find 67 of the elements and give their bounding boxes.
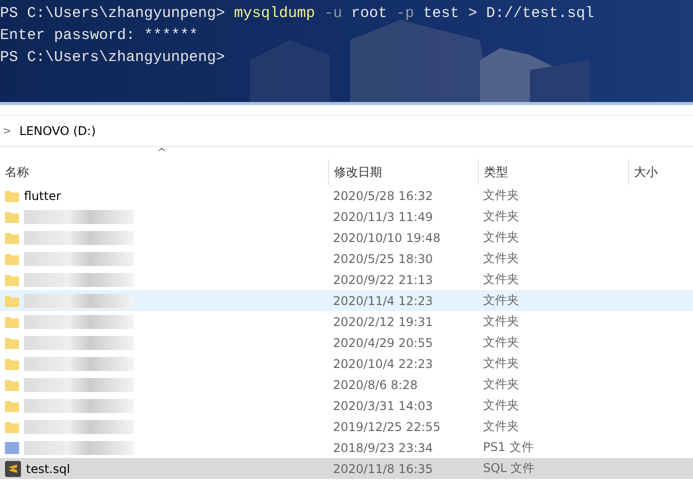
file-row[interactable]: 2020/5/25 18:30 文件夹 <box>0 248 693 269</box>
file-row[interactable]: 2020/3/31 14:03 文件夹 <box>0 395 693 416</box>
date-cell-text: 2020/4/29 20:55 <box>333 336 434 350</box>
file-row[interactable]: flutter 2020/5/28 16:32 文件夹 <box>0 185 693 206</box>
script-file-icon <box>5 440 19 454</box>
type-cell-text: 文件夹 <box>483 418 520 435</box>
folder-icon <box>5 378 19 392</box>
type-cell-text: PS1 文件 <box>483 439 534 456</box>
date-cell-text: 2020/8/6 8:28 <box>333 378 419 392</box>
terminal-line: PS C:\Users\zhangyunpeng> <box>0 48 226 68</box>
type-cell-text: 文件夹 <box>483 334 520 351</box>
date-cell-text: 2020/3/31 14:03 <box>333 398 434 412</box>
folder-icon <box>5 398 19 412</box>
date-cell-text: 2020/10/4 22:23 <box>333 356 434 370</box>
file-row[interactable]: 2020/2/12 19:31 文件夹 <box>0 311 693 332</box>
type-cell-text: SQL 文件 <box>483 460 536 477</box>
type-cell-text: 文件夹 <box>483 208 520 225</box>
date-cell-text: 2020/10/10 19:48 <box>333 230 442 244</box>
date-cell-text: 2020/11/3 11:49 <box>333 210 434 224</box>
file-row[interactable]: 2020/9/22 21:13 文件夹 <box>0 269 693 290</box>
date-cell-text: 2020/5/28 16:32 <box>333 188 434 202</box>
folder-icon <box>5 420 19 434</box>
file-row[interactable]: 2020/4/29 20:55 文件夹 <box>0 332 693 353</box>
file-name: test.sql <box>26 462 70 476</box>
date-cell-text: 2020/11/8 16:35 <box>333 462 434 476</box>
folder-icon <box>5 356 19 370</box>
type-cell-text: 文件夹 <box>483 376 520 393</box>
folder-icon <box>5 230 19 244</box>
type-cell-text: 文件夹 <box>483 397 520 414</box>
file-row[interactable]: 2019/12/25 22:55 文件夹 <box>0 416 693 437</box>
folder-icon <box>5 252 19 266</box>
file-row[interactable]: 2018/9/23 23:34 PS1 文件 <box>0 437 693 458</box>
chevron-icon[interactable]: > <box>3 126 12 136</box>
column-header[interactable]: 修改日期 <box>328 159 478 185</box>
date-cell-text: 2019/12/25 22:55 <box>333 420 442 434</box>
sort-caret-icon: ^ <box>157 147 166 159</box>
date-cell-text: 2018/9/23 23:34 <box>333 440 434 454</box>
file-row[interactable]: test.sql 2020/11/8 16:35 SQL 文件 <box>0 458 693 479</box>
type-cell-text: 文件夹 <box>483 313 520 330</box>
date-cell-text: 2020/5/25 18:30 <box>333 252 434 266</box>
type-cell-text: 文件夹 <box>483 271 520 288</box>
folder-icon <box>5 272 19 286</box>
breadcrumb-item[interactable]: LENOVO (D:) <box>19 124 96 138</box>
file-row[interactable]: 2020/10/10 19:48 文件夹 <box>0 227 693 248</box>
file-name: flutter <box>24 188 61 202</box>
date-cell-text: 2020/9/22 21:13 <box>333 272 434 286</box>
file-row[interactable]: 2020/10/4 22:23 文件夹 <box>0 353 693 374</box>
folder-icon <box>5 336 19 350</box>
type-cell-text: 文件夹 <box>483 292 520 309</box>
type-cell-text: 文件夹 <box>483 229 520 246</box>
folder-icon <box>5 314 19 328</box>
date-cell-text: 2020/2/12 19:31 <box>333 314 434 328</box>
folder-icon <box>5 188 19 202</box>
file-row[interactable]: 2020/11/3 11:49 文件夹 <box>0 206 693 227</box>
file-row[interactable]: 2020/11/4 12:23 文件夹 <box>0 290 693 311</box>
column-header[interactable]: 大小 <box>628 159 693 185</box>
folder-icon <box>5 210 19 224</box>
terminal-line: Enter password: ****** <box>0 26 200 46</box>
type-cell-text: 文件夹 <box>483 187 520 204</box>
date-cell-text: 2020/11/4 12:23 <box>333 294 434 308</box>
type-cell-text: 文件夹 <box>483 250 520 267</box>
column-header[interactable]: 类型 <box>478 159 628 185</box>
terminal-line: PS C:\Users\zhangyunpeng> mysqldump -u root -p test > D://test.sql <box>0 4 596 24</box>
file-row[interactable]: 2020/8/6 8:28 文件夹 <box>0 374 693 395</box>
type-cell-text: 文件夹 <box>483 355 520 372</box>
column-header[interactable]: 名称 <box>0 159 328 185</box>
folder-icon <box>5 294 19 308</box>
